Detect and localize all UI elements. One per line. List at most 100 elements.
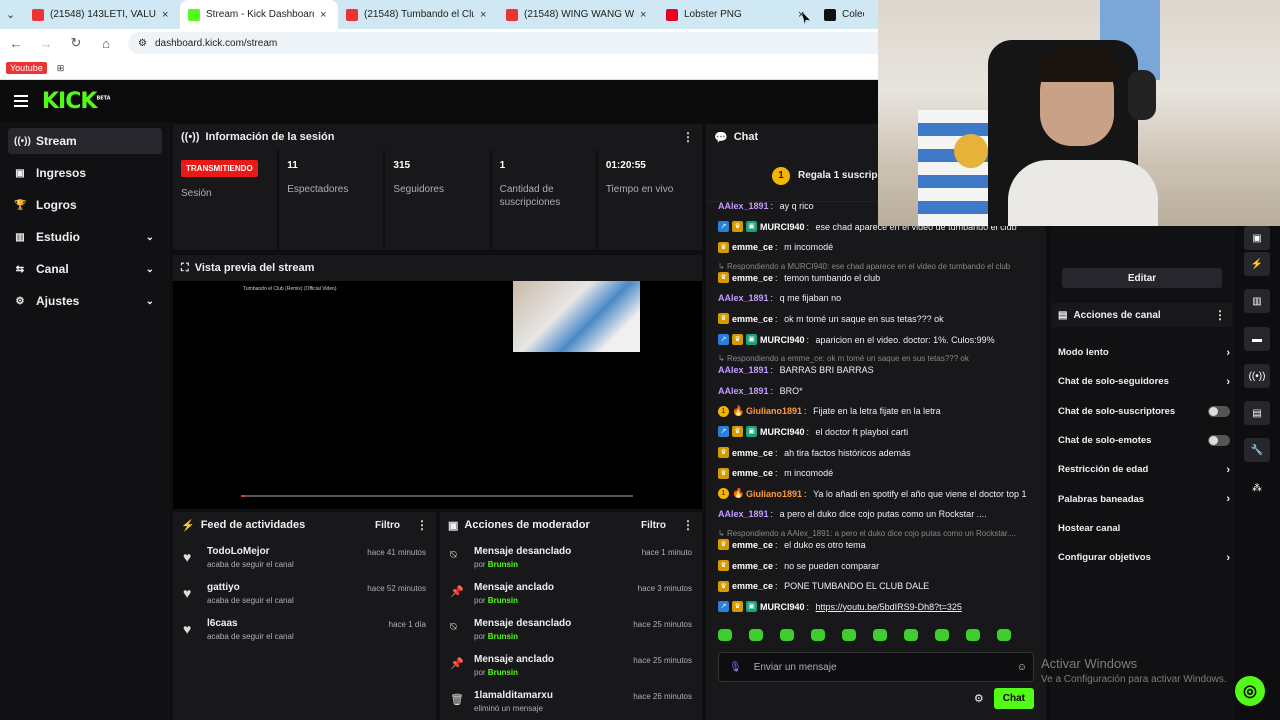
- stream-video[interactable]: Tumbando el Club (Remix) (Official Video…: [173, 281, 702, 509]
- close-icon[interactable]: ×: [640, 9, 650, 21]
- chat-username[interactable]: emme_ce: [732, 313, 773, 325]
- forward-icon[interactable]: →: [38, 36, 54, 51]
- channel-option-label: Chat de solo-suscriptores: [1058, 405, 1176, 417]
- bookmark-youtube[interactable]: Youtube: [6, 62, 47, 74]
- menu-icon[interactable]: [14, 95, 28, 107]
- activity-user[interactable]: l6caas: [207, 618, 379, 629]
- mod-action-user[interactable]: Brunsin: [488, 560, 518, 569]
- reload-icon[interactable]: ↻: [68, 35, 84, 51]
- mod-action-user[interactable]: Brunsin: [488, 668, 518, 677]
- channel-option[interactable]: Chat de solo-suscriptores: [1058, 397, 1230, 426]
- chat-username[interactable]: emme_ce: [732, 447, 773, 459]
- activity-user[interactable]: TodoLoMejor: [207, 546, 357, 557]
- emote-icon[interactable]: [873, 629, 887, 641]
- edit-button[interactable]: Editar: [1062, 268, 1222, 288]
- group-icon[interactable]: ⁂: [1244, 476, 1270, 500]
- channel-option[interactable]: Palabras baneadas ›: [1058, 484, 1230, 513]
- chat-username[interactable]: Giuliano1891: [746, 488, 802, 500]
- tab-2[interactable]: (21548) Tumbando el Club (Re ×: [338, 0, 498, 29]
- broadcast-icon: ((•)): [14, 135, 31, 147]
- close-icon[interactable]: ×: [480, 9, 490, 21]
- chat-username[interactable]: emme_ce: [732, 467, 773, 479]
- sidebar-item-stream[interactable]: ((•)) Stream: [8, 128, 162, 154]
- chat-username[interactable]: emme_ce: [732, 560, 773, 572]
- clipboard-icon[interactable]: ▥: [1244, 289, 1270, 313]
- chat-settings-icon[interactable]: ⚙: [974, 692, 984, 705]
- close-icon[interactable]: ×: [162, 9, 172, 21]
- chat-colon: :: [806, 221, 810, 232]
- chat-username[interactable]: emme_ce: [732, 580, 773, 592]
- chat-username[interactable]: MURCI940: [760, 221, 805, 233]
- layout-icon[interactable]: ▤: [1244, 401, 1270, 425]
- kebab-menu-icon[interactable]: ⋮: [416, 518, 428, 532]
- emote-icon[interactable]: [842, 629, 856, 641]
- toggle-switch[interactable]: [1208, 435, 1230, 447]
- emoji-icon[interactable]: ☺: [1017, 662, 1027, 673]
- quick-action-top-icon[interactable]: ▣: [1244, 226, 1270, 250]
- chat-username[interactable]: emme_ce: [732, 272, 773, 284]
- chat-username[interactable]: emme_ce: [732, 539, 773, 551]
- mod-action-user[interactable]: Brunsin: [488, 596, 518, 605]
- mod-action-user[interactable]: Brunsin: [488, 632, 518, 641]
- chat-username[interactable]: AAlex_1891: [718, 385, 769, 397]
- tab-5[interactable]: Colección: [816, 0, 872, 29]
- channel-option[interactable]: Chat de solo-emotes: [1058, 426, 1230, 455]
- emote-icon[interactable]: [718, 629, 732, 641]
- chat-username[interactable]: MURCI940: [760, 334, 805, 346]
- tab-search-button[interactable]: ⌄: [0, 0, 24, 29]
- close-icon[interactable]: ×: [320, 9, 330, 21]
- chat-username[interactable]: AAlex_1891: [718, 292, 769, 304]
- wrench-icon[interactable]: 🔧: [1244, 438, 1270, 462]
- sidebar-item-ajustes[interactable]: ⚙ Ajustes ⌄: [8, 288, 162, 314]
- toggle-switch[interactable]: [1208, 405, 1230, 417]
- tab-3[interactable]: (21548) WING WANG WOW - Y ×: [498, 0, 658, 29]
- sidebar-item-logros[interactable]: 🏆 Logros: [8, 192, 162, 218]
- video-progress-bar[interactable]: [241, 495, 633, 497]
- mod-filter-button[interactable]: Filtro: [641, 520, 666, 531]
- chat-send-button[interactable]: Chat: [993, 687, 1034, 709]
- emote-icon[interactable]: [780, 629, 794, 641]
- microphone-icon[interactable]: 🎙: [729, 662, 742, 673]
- chat-username[interactable]: AAlex_1891: [718, 364, 769, 376]
- tab-1[interactable]: Stream - Kick Dashboard ×: [180, 0, 338, 29]
- back-icon[interactable]: ←: [8, 36, 24, 51]
- site-info-icon[interactable]: ⚙: [138, 38, 147, 49]
- broadcast-icon[interactable]: ((•)): [1244, 364, 1270, 388]
- emote-icon[interactable]: [904, 629, 918, 641]
- emote-icon[interactable]: [935, 629, 949, 641]
- kebab-menu-icon[interactable]: ⋮: [682, 518, 694, 532]
- sidebar-item-canal[interactable]: ⇆ Canal ⌄: [8, 256, 162, 282]
- kick-icon: [188, 8, 200, 21]
- home-icon[interactable]: ⌂: [98, 36, 114, 51]
- chat-username[interactable]: emme_ce: [732, 241, 773, 253]
- chat-text[interactable]: https://youtu.be/5bdIRS9-Dh8?t=325: [816, 601, 962, 613]
- tab-0[interactable]: (21548) 143LETI, VALUTO - COL ×: [24, 0, 180, 29]
- channel-option[interactable]: Hostear canal: [1058, 514, 1230, 543]
- emote-icon[interactable]: [749, 629, 763, 641]
- sidebar-item-ingresos[interactable]: ▣ Ingresos: [8, 160, 162, 186]
- channel-option[interactable]: Modo lento ›: [1058, 338, 1230, 367]
- kebab-menu-icon[interactable]: ⋮: [682, 130, 694, 144]
- channel-option[interactable]: Chat de solo-seguidores ›: [1058, 367, 1230, 396]
- channel-option[interactable]: Restricción de edad ›: [1058, 455, 1230, 484]
- apps-grid-icon[interactable]: ⊞: [57, 63, 65, 74]
- chat-username[interactable]: Giuliano1891: [746, 405, 802, 417]
- emote-icon[interactable]: [966, 629, 980, 641]
- kick-logo[interactable]: KICKBETA: [42, 89, 111, 114]
- channel-option[interactable]: Configurar objetivos ›: [1058, 543, 1230, 572]
- activity-filter-button[interactable]: Filtro: [375, 520, 400, 531]
- emote-icon[interactable]: [997, 629, 1011, 641]
- chat-username[interactable]: MURCI940: [760, 601, 805, 613]
- activity-user[interactable]: gattiyo: [207, 582, 357, 593]
- chat-username[interactable]: MURCI940: [760, 426, 805, 438]
- kebab-menu-icon[interactable]: ⋮: [1214, 308, 1226, 322]
- chat-input[interactable]: 🎙 Enviar un mensaje ☺: [718, 652, 1034, 682]
- help-icon[interactable]: ◎: [1235, 676, 1265, 706]
- chat-username[interactable]: AAlex_1891: [718, 200, 769, 212]
- emote-icon[interactable]: [811, 629, 825, 641]
- tab-4[interactable]: Lobster PNG ×: [658, 0, 816, 29]
- chat-bubble-icon[interactable]: ▬: [1244, 327, 1270, 351]
- chat-username[interactable]: AAlex_1891: [718, 508, 769, 520]
- sidebar-item-estudio[interactable]: ▥ Estudio ⌄: [8, 224, 162, 250]
- flash-icon[interactable]: ⚡: [1244, 252, 1270, 276]
